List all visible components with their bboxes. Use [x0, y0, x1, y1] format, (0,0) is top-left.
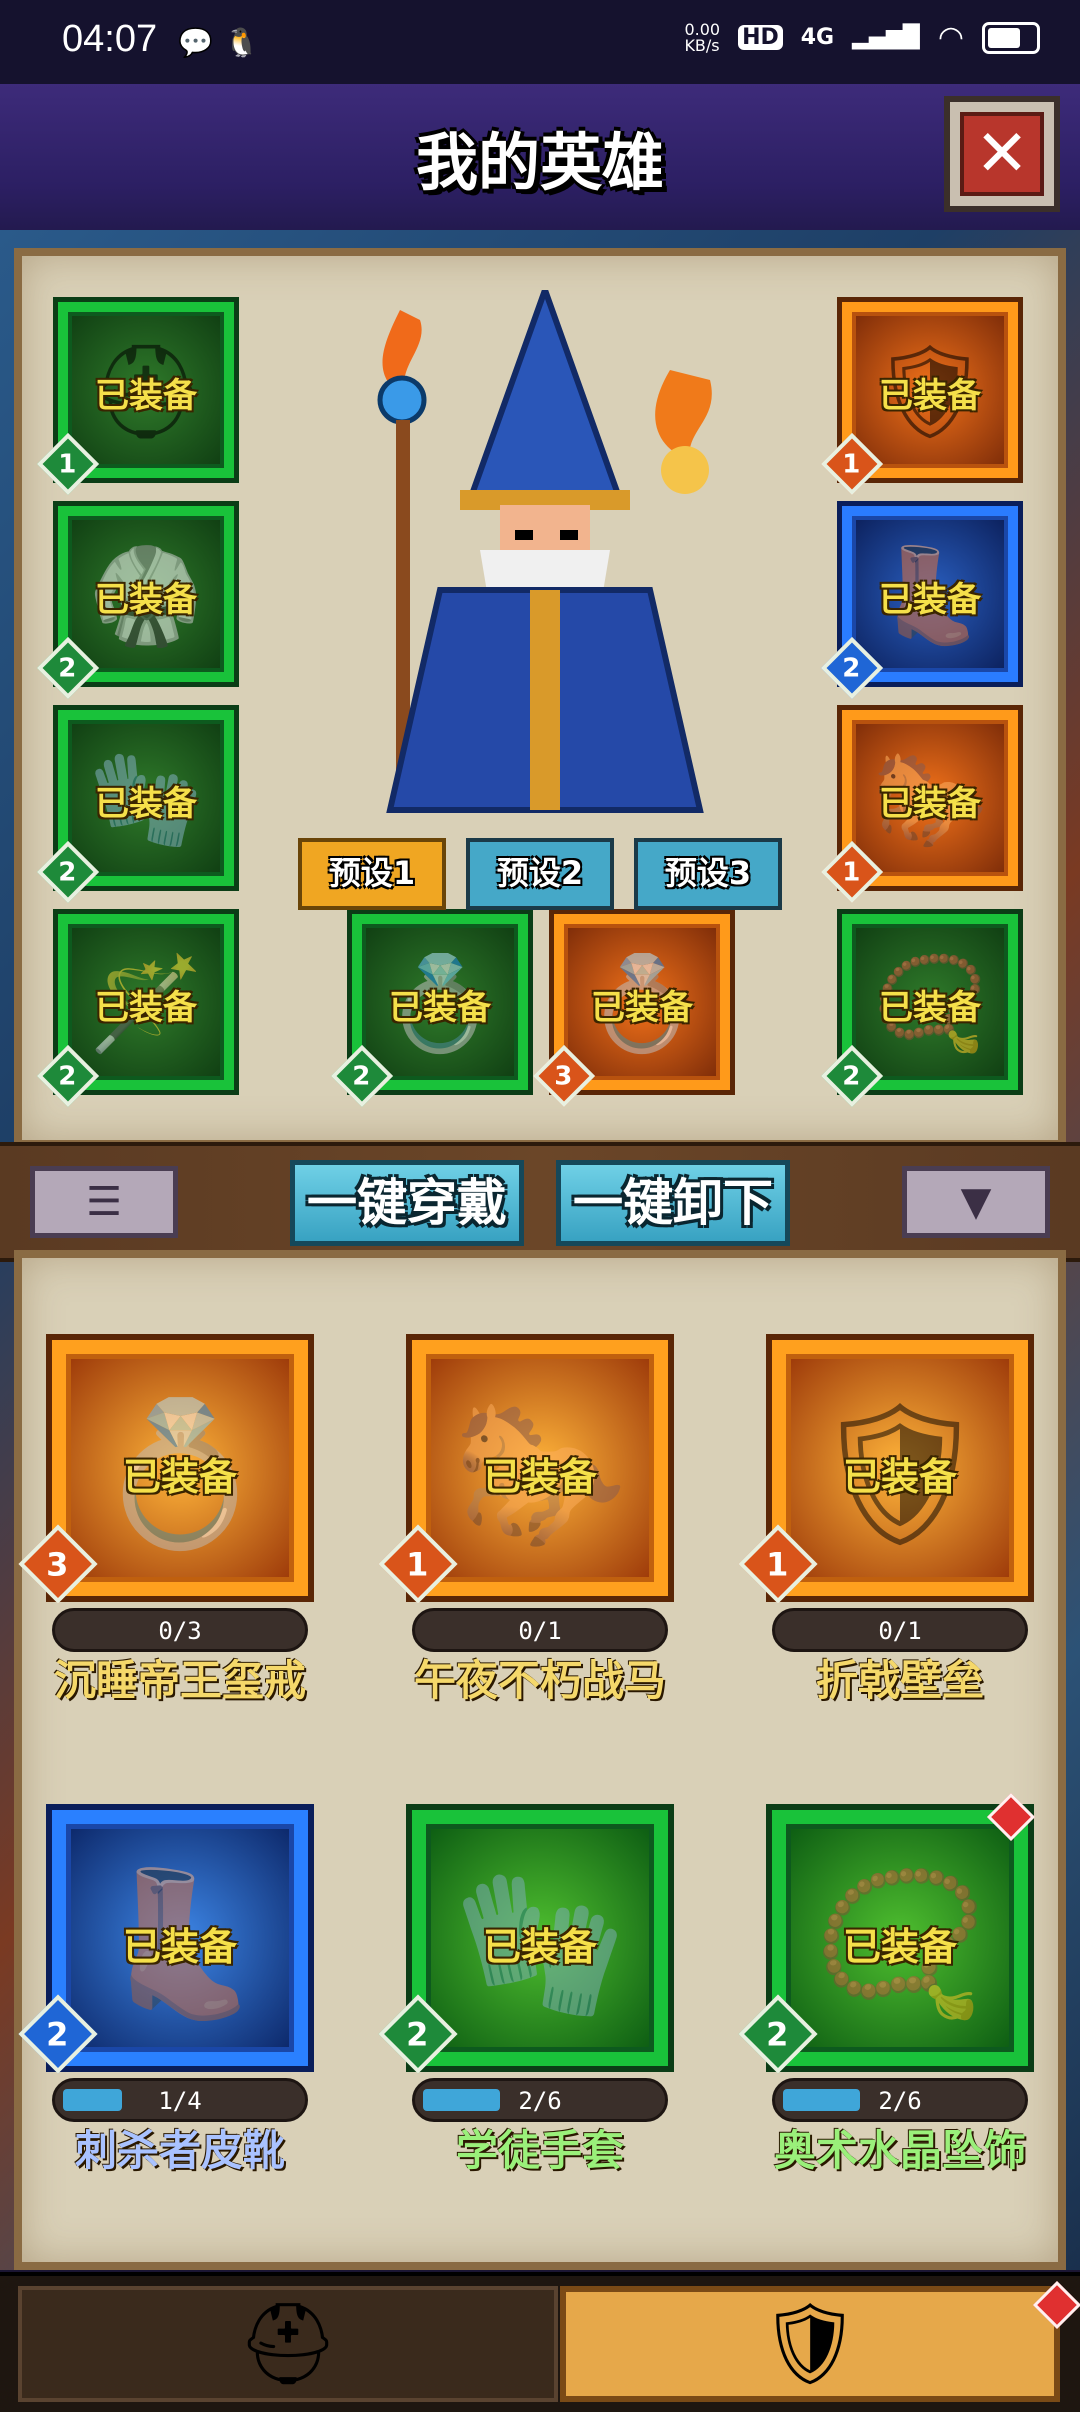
- item-name: 学徒手套: [455, 2126, 624, 2175]
- slot-ring2[interactable]: 💍 已装备 3: [532, 914, 730, 1108]
- tier-number: 1: [842, 449, 861, 480]
- status-bar: 04:07 💬 🐧 0.00 KB/s HD 4G ▂▄▆█ ◠: [0, 0, 1080, 84]
- equipped-label: 已装备: [591, 988, 693, 1028]
- equipped-label: 已装备: [879, 988, 981, 1028]
- equipped-label: 已装备: [95, 988, 197, 1028]
- tier-number: 2: [58, 857, 77, 888]
- slot-shield[interactable]: 🛡 已装备 1: [820, 302, 1018, 496]
- armor-icon: 🛡: [759, 2297, 861, 2390]
- progress-text: 0/1: [518, 1617, 562, 1645]
- tier-number: 1: [406, 1545, 429, 1584]
- tab-equipment[interactable]: 🛡: [560, 2286, 1060, 2402]
- item-name: 奥术水晶坠饰: [773, 2126, 1026, 2175]
- slot-amulet[interactable]: 📿 已装备 2: [820, 914, 1018, 1108]
- inventory-item-horse[interactable]: 🐎 已装备 1 0/1 午夜不朽战马: [378, 1340, 668, 1760]
- slot-mount[interactable]: 🐎 已装备 1: [820, 710, 1018, 904]
- equipped-label: 已装备: [842, 1925, 957, 1969]
- close-button[interactable]: ✕: [944, 96, 1060, 212]
- slot-staff[interactable]: 🪄 已装备 2: [36, 914, 234, 1108]
- signal-bars-icon: ▂▄▆█: [852, 25, 920, 50]
- slot-helmet[interactable]: ⛑ 已装备 1: [36, 302, 234, 496]
- hero-wizard: [377, 290, 712, 813]
- progress-text: 0/1: [878, 1617, 922, 1645]
- inventory-item-amulet[interactable]: 📿 已装备 2 2/6 奥术水晶坠饰: [738, 1792, 1036, 2230]
- slot-ring1[interactable]: 💍 已装备 2: [330, 914, 528, 1108]
- equipped-label: 已装备: [842, 1455, 957, 1499]
- tab-heroes[interactable]: ⛑: [18, 2286, 558, 2402]
- progress-text: 1/4: [158, 2087, 202, 2115]
- tier-number: 2: [58, 1061, 77, 1092]
- item-name: 沉睡帝王玺戒: [53, 1656, 306, 1705]
- progress-text: 2/6: [518, 2087, 562, 2115]
- tier-number: 2: [406, 2015, 429, 2054]
- equipped-label: 已装备: [879, 376, 981, 416]
- inventory-item-shield[interactable]: 🛡 已装备 1 0/1 折戟壁垒: [738, 1340, 1028, 1760]
- tier-number: 1: [766, 1545, 789, 1584]
- item-name: 刺杀者皮靴: [74, 2126, 285, 2175]
- equipped-label: 已装备: [95, 784, 197, 824]
- equipped-label: 已装备: [95, 376, 197, 416]
- list-icon: ☰: [86, 1179, 122, 1225]
- tier-number: 2: [46, 2015, 69, 2054]
- inventory-item-gloves[interactable]: 🧤 已装备 2 2/6 学徒手套: [378, 1810, 668, 2230]
- slot-gloves[interactable]: 🧤 已装备 2: [36, 710, 234, 904]
- wechat-icon: 💬: [178, 26, 213, 59]
- tier-number: 1: [842, 857, 861, 888]
- inventory-item-boots[interactable]: 👢 已装备 2 1/4 刺杀者皮靴: [18, 1810, 308, 2230]
- progress-bar: 1/4: [52, 2078, 308, 2122]
- hd-icon: HD: [738, 25, 783, 50]
- battery-icon: [982, 21, 1040, 54]
- close-icon: ✕: [960, 112, 1044, 196]
- action-bar: ☰ 一键穿戴 一键卸下 ▼: [0, 1142, 1080, 1262]
- equipped-label: 已装备: [879, 580, 981, 620]
- preset-3-button[interactable]: 预设3: [634, 838, 782, 910]
- progress-bar: 0/3: [52, 1608, 308, 1652]
- qq-icon: 🐧: [224, 26, 259, 59]
- slot-boots[interactable]: 👢 已装备 2: [820, 506, 1018, 700]
- equipped-label: 已装备: [482, 1925, 597, 1969]
- slot-armor[interactable]: 🥋 已装备 2: [36, 506, 234, 700]
- unequip-all-button[interactable]: 一键卸下: [556, 1160, 790, 1246]
- bottom-nav: ⛑ 🛡: [0, 2272, 1080, 2412]
- item-name: 折戟壁垒: [815, 1656, 984, 1705]
- preset-1-button[interactable]: 预设1: [298, 838, 446, 910]
- progress-bar: 0/1: [412, 1608, 668, 1652]
- progress-bar: 2/6: [772, 2078, 1028, 2122]
- equipped-label: 已装备: [879, 784, 981, 824]
- equipped-label: 已装备: [389, 988, 491, 1028]
- tier-number: 1: [58, 449, 77, 480]
- status-icons: 0.00 KB/s HD 4G ▂▄▆█ ◠: [684, 20, 1040, 55]
- progress-text: 2/6: [878, 2087, 922, 2115]
- equip-all-button[interactable]: 一键穿戴: [290, 1160, 524, 1246]
- net-speed: 0.00 KB/s: [684, 19, 721, 55]
- header: 我的英雄 ✕: [0, 84, 1080, 234]
- tier-number: 2: [58, 653, 77, 684]
- wifi-icon: ◠: [937, 20, 964, 55]
- signal-4g-icon: 4G: [800, 25, 835, 50]
- list-view-button[interactable]: ☰: [30, 1166, 178, 1238]
- equipped-label: 已装备: [95, 580, 197, 620]
- helmet-icon: ⛑: [237, 2297, 339, 2390]
- filter-button[interactable]: ▼: [902, 1166, 1050, 1238]
- inventory-item-ring[interactable]: 💍 已装备 3 0/3 沉睡帝王玺戒: [18, 1340, 308, 1760]
- tier-number: 3: [46, 1545, 69, 1584]
- equipped-label: 已装备: [482, 1455, 597, 1499]
- equipped-label: 已装备: [122, 1455, 237, 1499]
- filter-icon: ▼: [960, 1179, 992, 1225]
- progress-bar: 0/1: [772, 1608, 1028, 1652]
- tier-number: 3: [554, 1061, 573, 1092]
- item-name: 午夜不朽战马: [413, 1656, 666, 1705]
- tier-number: 2: [766, 2015, 789, 2054]
- equipped-label: 已装备: [122, 1925, 237, 1969]
- progress-bar: 2/6: [412, 2078, 668, 2122]
- page-title: 我的英雄: [415, 126, 664, 199]
- tier-number: 2: [842, 653, 861, 684]
- tier-number: 2: [842, 1061, 861, 1092]
- progress-text: 0/3: [158, 1617, 202, 1645]
- preset-2-button[interactable]: 预设2: [466, 838, 614, 910]
- status-time: 04:07: [62, 18, 158, 60]
- tier-number: 2: [352, 1061, 371, 1092]
